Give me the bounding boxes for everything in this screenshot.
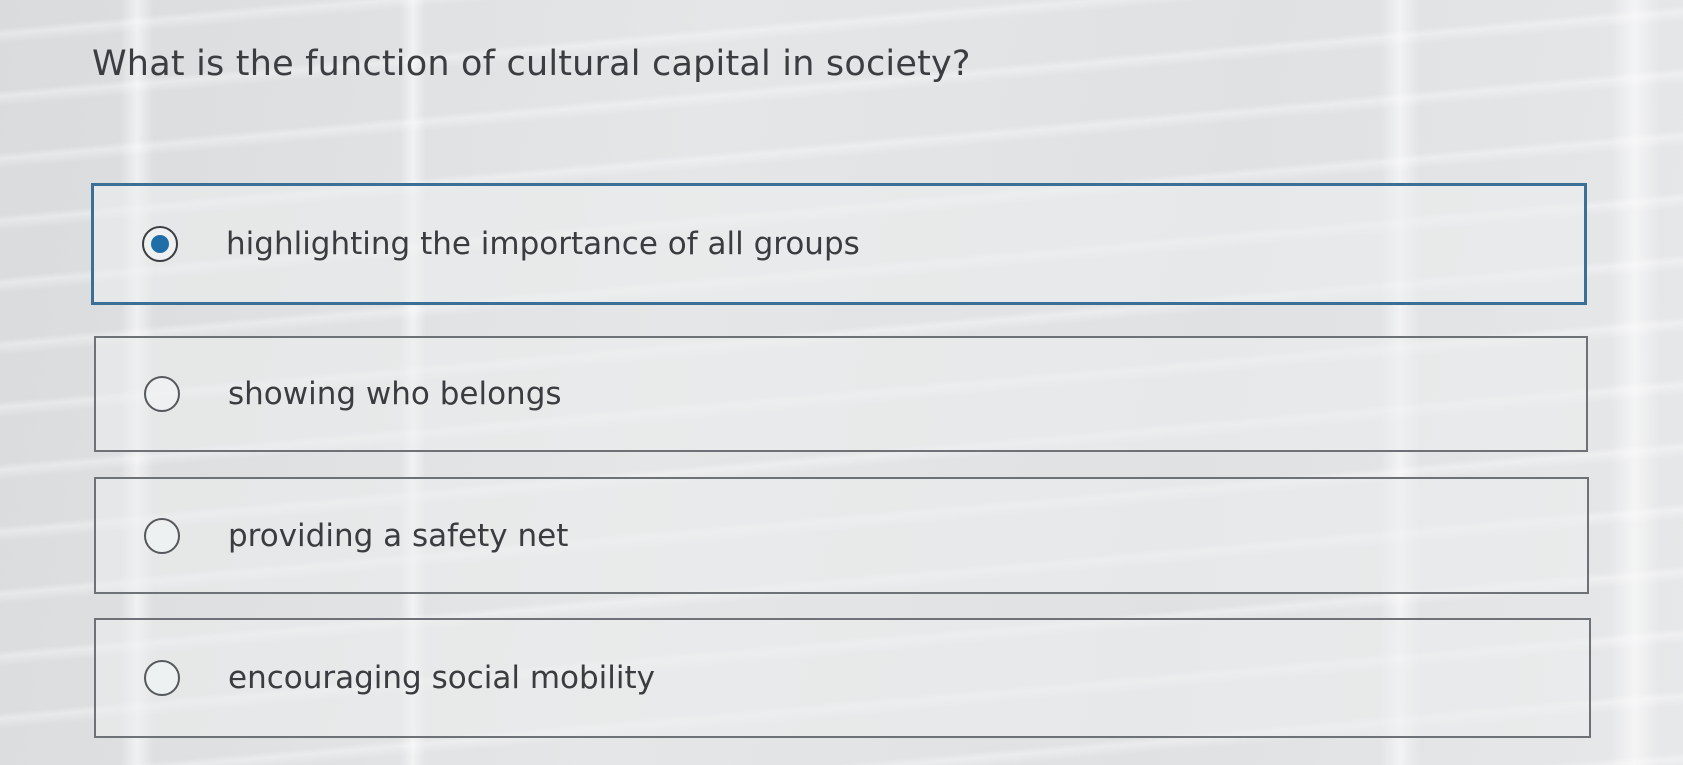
light-streak — [1610, 0, 1660, 765]
answer-option-3[interactable]: providing a safety net — [94, 477, 1589, 594]
answer-label: providing a safety net — [228, 517, 569, 554]
radio-button-selected[interactable] — [142, 226, 178, 262]
radio-button[interactable] — [144, 517, 180, 554]
question-text: What is the function of cultural capital… — [92, 44, 971, 84]
radio-button[interactable] — [144, 660, 180, 696]
answer-label: showing who belongs — [228, 376, 562, 412]
answer-label: encouraging social mobility — [228, 660, 656, 696]
answer-label: highlighting the importance of all group… — [226, 226, 860, 262]
answer-option-1[interactable]: highlighting the importance of all group… — [91, 183, 1587, 305]
radio-button[interactable] — [144, 376, 180, 412]
answer-option-2[interactable]: showing who belongs — [94, 336, 1588, 452]
answer-option-4[interactable]: encouraging social mobility — [94, 618, 1591, 738]
